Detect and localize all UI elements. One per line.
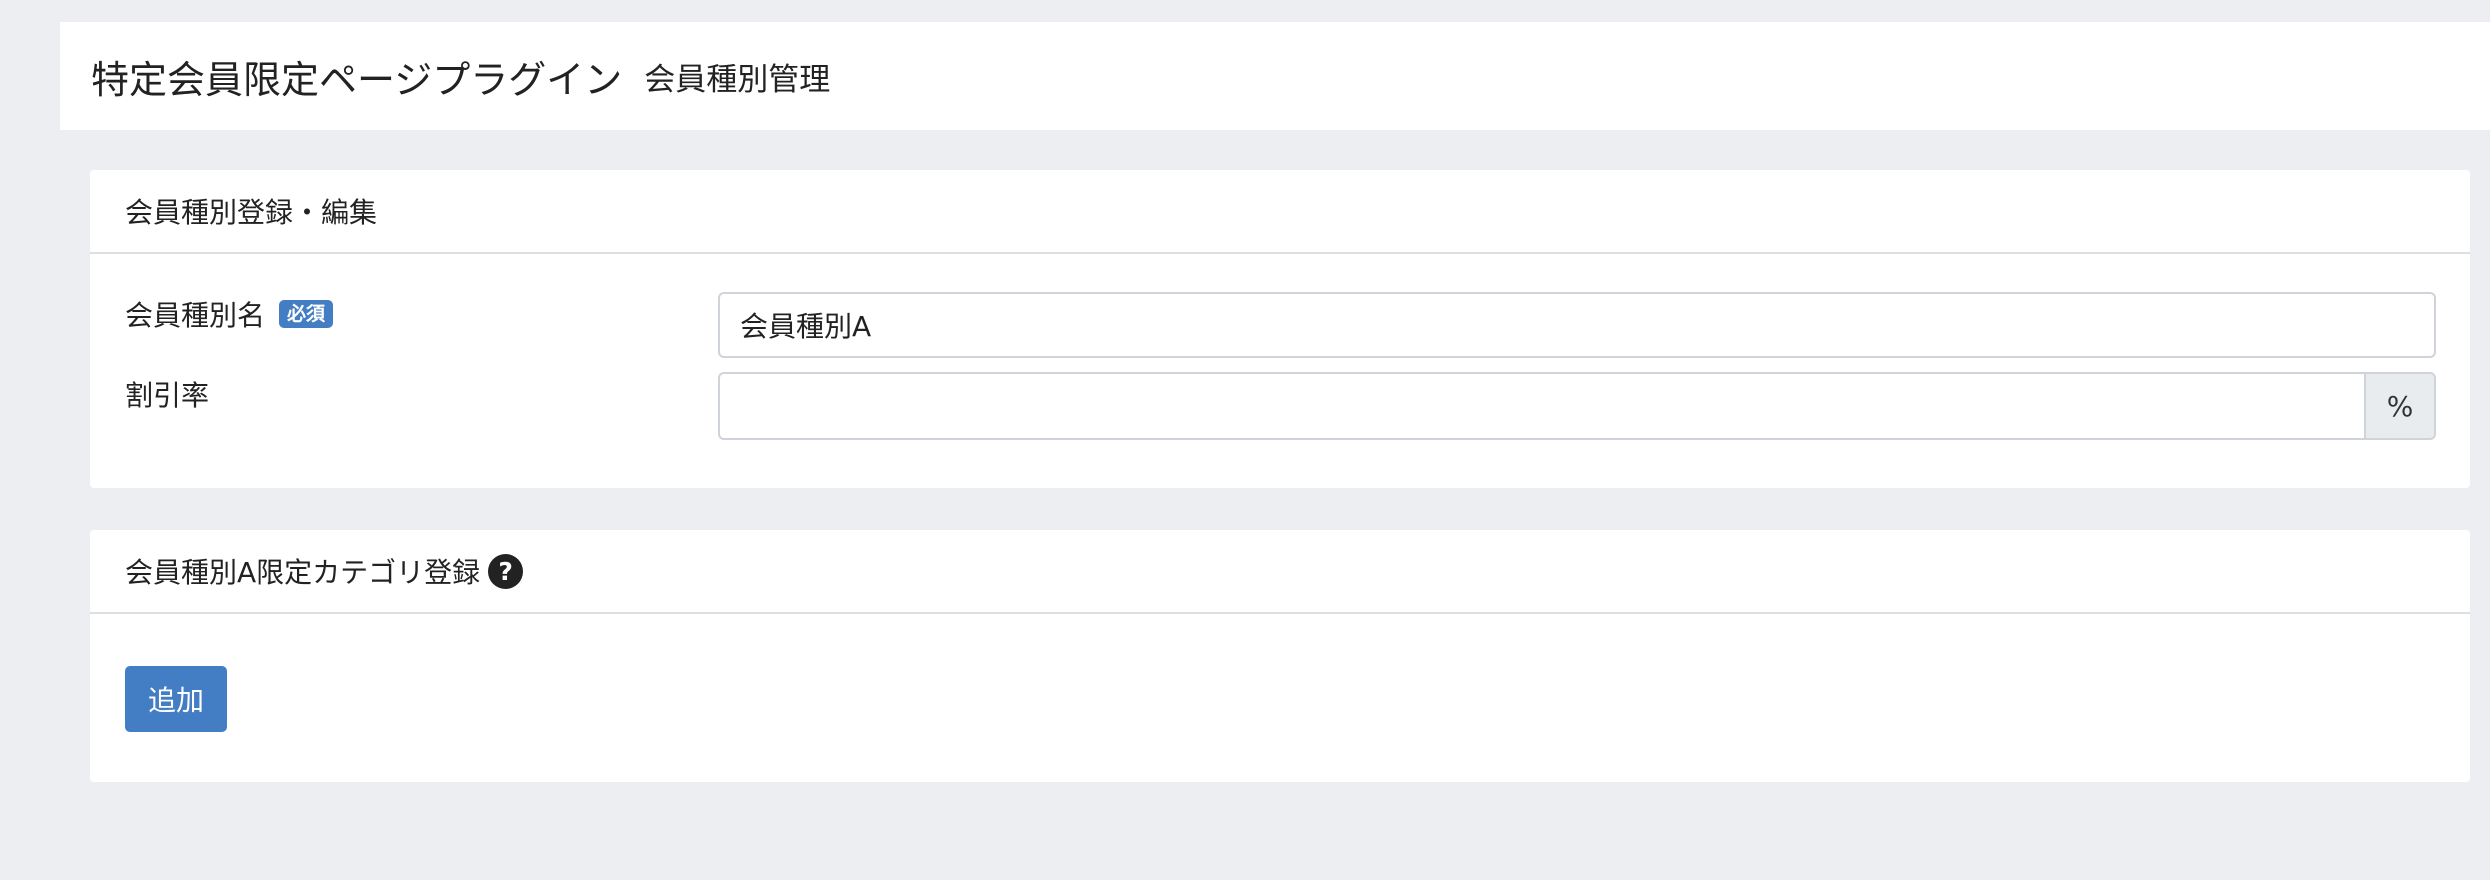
page-header: 特定会員限定ページプラグイン 会員種別管理 (60, 22, 2490, 130)
field-label-text: 会員種別名 (125, 299, 266, 332)
page-subtitle: 会員種別管理 (644, 61, 831, 98)
card-header: 会員種別登録・編集 (90, 170, 2470, 254)
discount-rate-input[interactable] (718, 372, 2364, 440)
restricted-category-card: 会員種別A限定カテゴリ登録 ? 追加 (90, 530, 2470, 782)
discount-rate-input-group: % (718, 372, 2436, 440)
percent-addon: % (2364, 372, 2436, 440)
member-type-edit-card: 会員種別登録・編集 会員種別名 必須 割引率 % (90, 170, 2470, 488)
card-title: 会員種別登録・編集 (125, 196, 378, 229)
question-circle-icon[interactable]: ? (488, 553, 524, 589)
card-title: 会員種別A限定カテゴリ登録 (125, 556, 481, 589)
member-type-name-input[interactable] (718, 292, 2436, 358)
field-label-text: 割引率 (125, 379, 210, 412)
add-button[interactable]: 追加 (125, 666, 227, 732)
discount-rate-label: 割引率 (125, 374, 209, 414)
card-header: 会員種別A限定カテゴリ登録 ? (90, 530, 2470, 614)
page-title: 特定会員限定ページプラグイン (91, 57, 623, 102)
member-type-name-label: 会員種別名 必須 (125, 294, 334, 334)
required-badge: 必須 (279, 300, 334, 328)
